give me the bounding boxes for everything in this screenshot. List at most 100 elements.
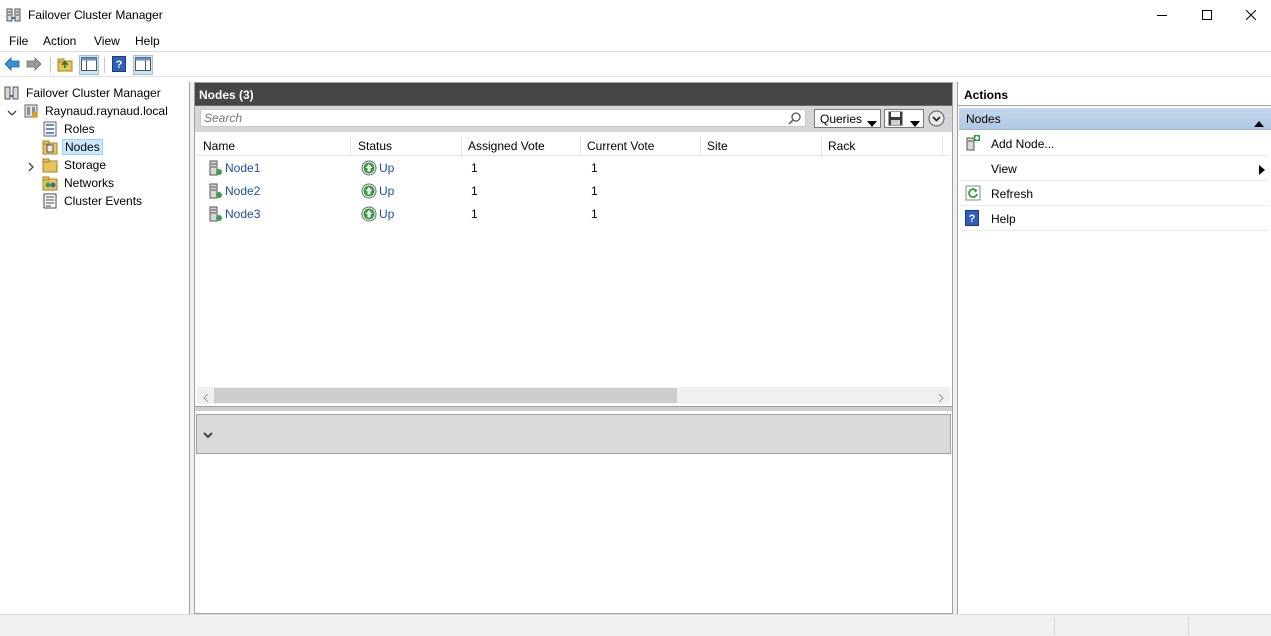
chevron-down-circle-icon — [928, 110, 945, 130]
assigned-vote-cell: 1 — [471, 206, 478, 221]
tree-item-failover-cluster-manager[interactable]: Failover Cluster Manager — [4, 84, 163, 102]
nodes-icon — [42, 139, 58, 155]
networks-icon — [42, 175, 58, 191]
nodes-table: Name Status Assigned Vote Current Vote S… — [197, 136, 950, 406]
tree-item-cluster[interactable]: Raynaud.raynaud.local — [23, 102, 170, 120]
table-row[interactable]: Node2 Up 1 1 — [197, 179, 950, 202]
column-header-assigned-vote[interactable]: Assigned Vote — [462, 136, 581, 156]
cluster-manager-app-icon — [6, 7, 22, 23]
help-icon: ? — [965, 210, 981, 226]
server-node-icon — [207, 160, 223, 176]
current-vote-cell: 1 — [591, 206, 598, 221]
table-row[interactable]: Node1 Up 1 1 — [197, 156, 950, 179]
column-header-rack[interactable]: Rack — [822, 136, 943, 156]
svg-text:?: ? — [116, 59, 123, 71]
collapse-chevron-icon[interactable] — [7, 107, 17, 117]
node-name[interactable]: Node2 — [225, 184, 260, 198]
tree-item-roles[interactable]: Roles — [42, 120, 97, 138]
show-hide-action-pane-button[interactable] — [133, 55, 153, 75]
up-one-level-button[interactable] — [55, 55, 75, 75]
menu-view[interactable]: View — [94, 34, 120, 48]
actions-pane: Actions Nodes Add Node... View Refresh ?… — [957, 82, 1271, 614]
menu-bar: File Action View Help — [0, 30, 1271, 52]
node-name[interactable]: Node3 — [225, 207, 260, 221]
collapse-up-arrow-icon[interactable] — [1254, 116, 1264, 130]
actions-title: Actions — [964, 88, 1009, 102]
menu-help[interactable]: Help — [135, 34, 160, 48]
results-pane: Nodes (3) Queries Name Status — [194, 82, 953, 614]
tree-label: Networks — [64, 176, 115, 190]
actions-section-nodes[interactable]: Nodes — [959, 108, 1271, 130]
column-header-site[interactable]: Site — [701, 136, 822, 156]
close-button[interactable] — [1228, 0, 1271, 30]
action-view[interactable]: View — [959, 156, 1269, 181]
column-header-status[interactable]: Status — [352, 136, 462, 156]
action-refresh[interactable]: Refresh — [959, 181, 1269, 206]
details-pane-collapsed[interactable] — [196, 414, 951, 454]
refresh-icon — [965, 185, 981, 201]
tree-item-cluster-events[interactable]: Cluster Events — [42, 192, 144, 210]
name-cell: Node3 — [207, 202, 260, 225]
dropdown-arrow-icon — [867, 116, 877, 130]
show-hide-console-tree-icon — [81, 56, 97, 74]
table-header: Name Status Assigned Vote Current Vote S… — [197, 136, 950, 156]
current-vote-cell: 1 — [591, 160, 598, 175]
menu-file[interactable]: File — [9, 34, 28, 48]
search-input[interactable] — [201, 110, 781, 126]
submenu-arrow-icon — [1259, 164, 1265, 178]
forward-button[interactable] — [24, 55, 44, 75]
save-icon — [888, 111, 903, 129]
tree-item-networks[interactable]: Networks — [42, 174, 116, 192]
expand-search-button[interactable] — [928, 110, 945, 127]
queries-dropdown[interactable]: Queries — [814, 109, 881, 128]
scroll-left-arrow-icon[interactable] — [202, 391, 210, 403]
tree-item-storage[interactable]: Storage — [42, 156, 108, 174]
add-node-icon — [965, 135, 981, 151]
horizontal-scrollbar[interactable] — [197, 387, 950, 404]
tree-label: Failover Cluster Manager — [26, 86, 161, 100]
up-folder-icon — [57, 56, 73, 75]
save-query-dropdown[interactable] — [884, 109, 924, 128]
name-cell: Node2 — [207, 179, 260, 202]
chevron-down-icon[interactable] — [203, 429, 213, 443]
action-help[interactable]: ? Help — [959, 206, 1269, 231]
tree-label: Storage — [64, 158, 107, 172]
name-cell: Node1 — [207, 156, 260, 179]
tree-item-nodes[interactable]: Nodes — [42, 138, 103, 156]
show-hide-console-tree-button[interactable] — [79, 55, 99, 75]
search-icon[interactable] — [788, 112, 801, 128]
node-name[interactable]: Node1 — [225, 161, 260, 175]
action-add-node[interactable]: Add Node... — [959, 131, 1269, 156]
maximize-icon — [1202, 10, 1212, 20]
tree-label: Roles — [64, 122, 95, 136]
column-header-current-vote[interactable]: Current Vote — [581, 136, 701, 156]
show-hide-action-pane-icon — [135, 56, 151, 74]
console-tree: Failover Cluster Manager Raynaud.raynaud… — [0, 82, 190, 614]
column-header-name[interactable]: Name — [197, 136, 351, 156]
tree-label: Raynaud.raynaud.local — [45, 104, 168, 118]
action-label: Add Node... — [991, 137, 1055, 151]
pane-splitter[interactable] — [195, 406, 952, 411]
queries-label: Queries — [820, 111, 863, 126]
table-row[interactable]: Node3 Up 1 1 — [197, 202, 950, 225]
status-up-icon — [361, 160, 377, 176]
svg-text:?: ? — [969, 213, 976, 225]
status-text: Up — [379, 183, 395, 198]
tree-label: Cluster Events — [64, 194, 143, 208]
expand-chevron-icon[interactable] — [26, 161, 36, 172]
forward-arrow-icon — [26, 56, 42, 74]
actions-section-title: Nodes — [966, 112, 1001, 126]
cluster-manager-icon — [4, 85, 20, 101]
search-bar: Queries — [195, 106, 952, 132]
main-area: Failover Cluster Manager Raynaud.raynaud… — [0, 82, 1271, 614]
maximize-button[interactable] — [1184, 0, 1230, 30]
minimize-button[interactable] — [1139, 0, 1185, 30]
status-text: Up — [379, 160, 395, 175]
toolbar: ? — [0, 53, 1271, 77]
scrollbar-thumb[interactable] — [214, 388, 677, 403]
back-button[interactable] — [2, 55, 22, 75]
status-text: Up — [379, 206, 395, 221]
help-button[interactable]: ? — [109, 55, 129, 75]
menu-action[interactable]: Action — [43, 34, 76, 48]
scroll-right-arrow-icon[interactable] — [937, 391, 945, 403]
